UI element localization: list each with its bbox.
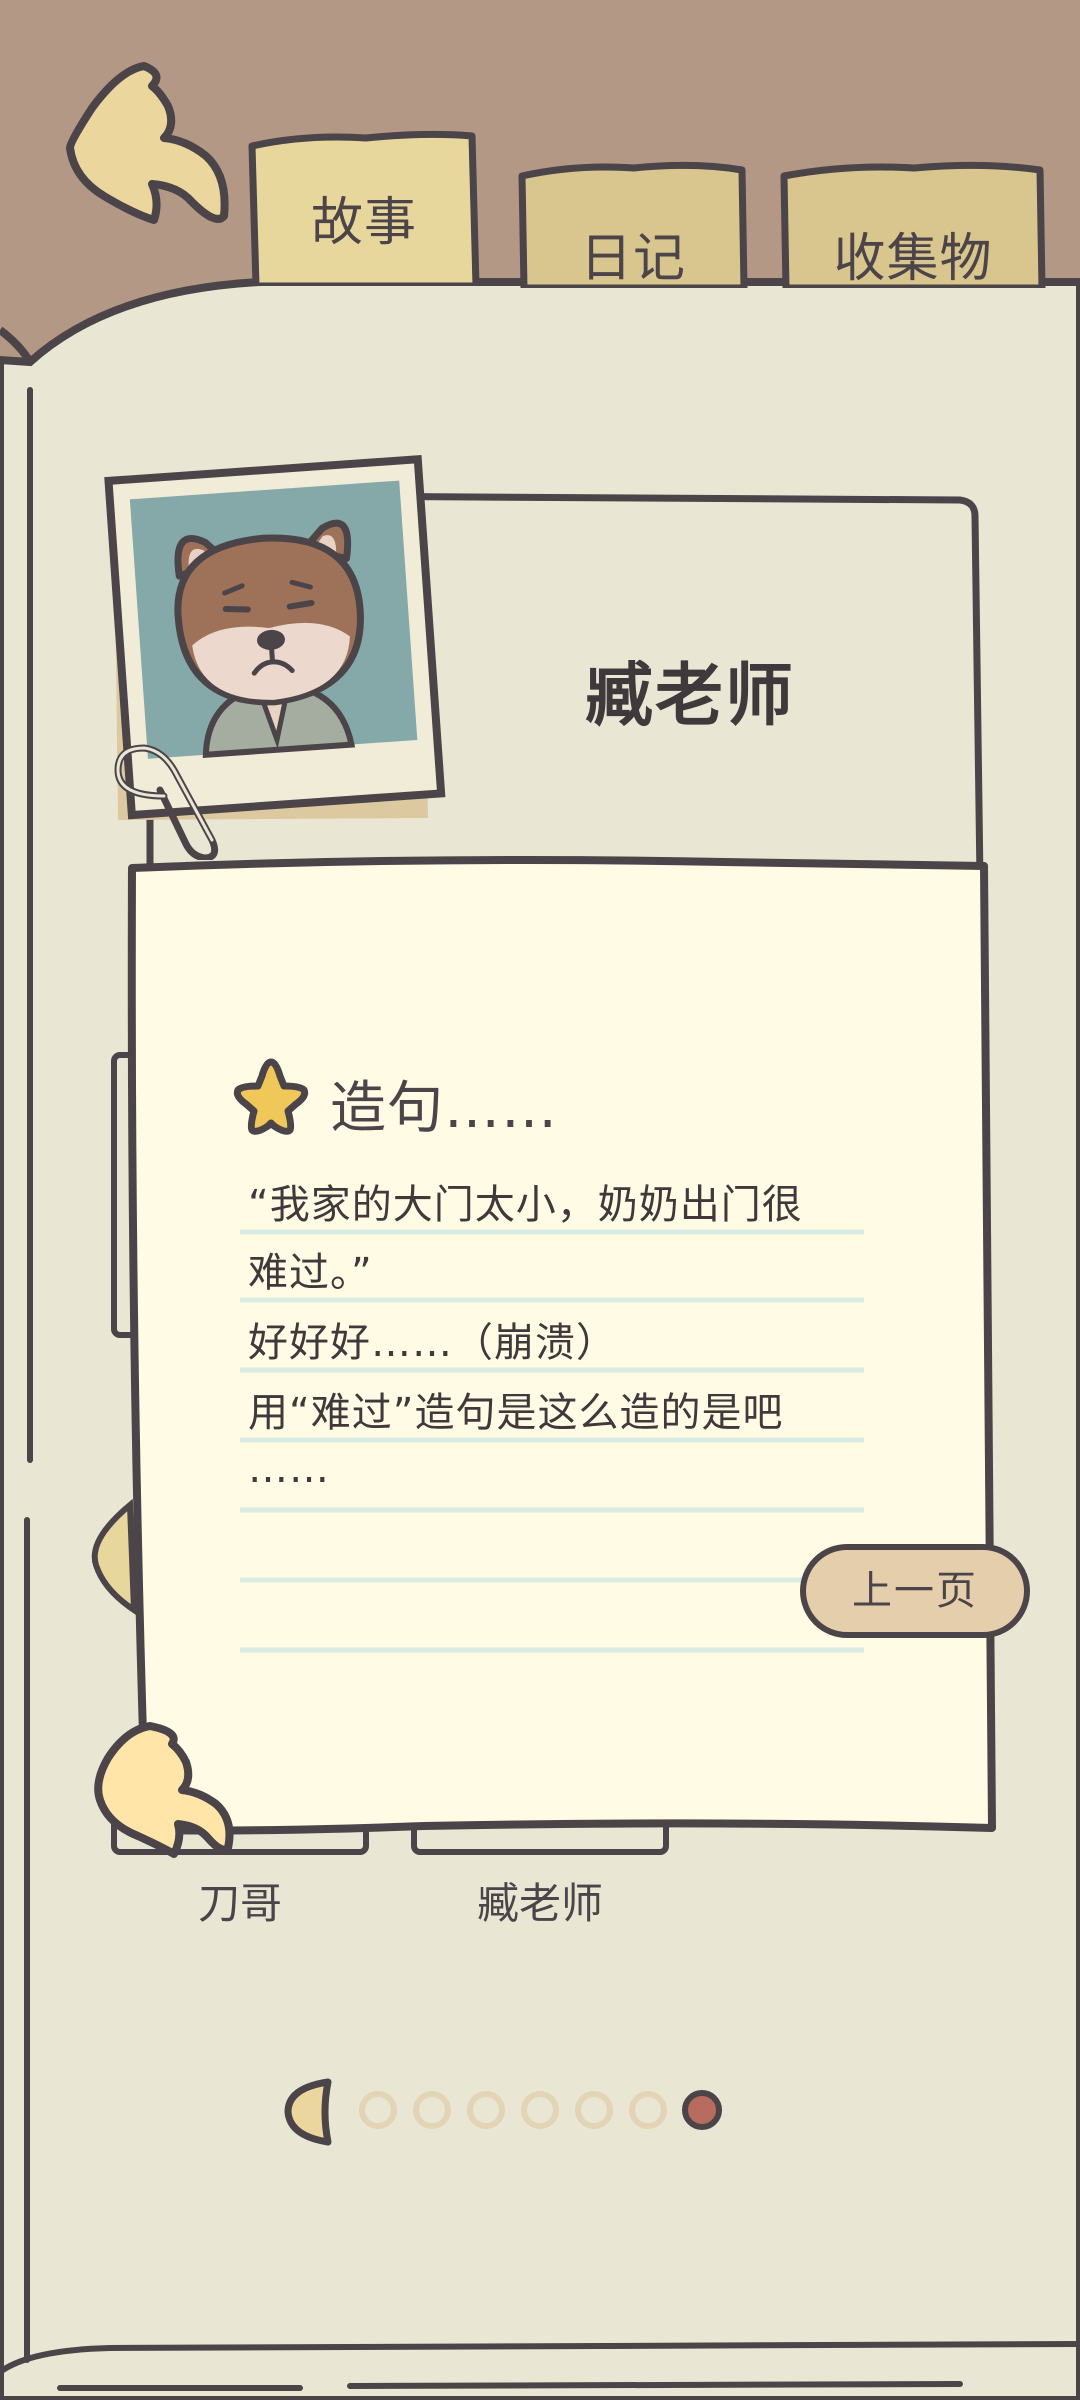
- tab-diary-label[interactable]: 日记: [526, 216, 740, 291]
- page-dot: [575, 2091, 613, 2129]
- teacher-name: 臧老师: [584, 657, 795, 736]
- back-arrow-button[interactable]: [56, 56, 236, 236]
- pagination-dots: [359, 2090, 722, 2130]
- previous-page-button[interactable]: 上一页: [800, 1544, 1030, 1638]
- character-card-dao-ge[interactable]: 刀哥: [140, 1870, 340, 1931]
- teacher-photo: [104, 454, 446, 860]
- note-title: 造句……: [330, 1076, 558, 1141]
- tab-story-label[interactable]: 故事: [256, 180, 472, 255]
- note-line-3: 好好好……（崩溃）: [248, 1320, 617, 1366]
- page-dot: [629, 2091, 667, 2129]
- character-card-zang-laoshi[interactable]: 臧老师: [440, 1870, 640, 1931]
- note-line-2: 难过。”: [248, 1250, 373, 1296]
- page-dot: [521, 2091, 559, 2129]
- page-dot: [467, 2091, 505, 2129]
- game-screen: 故事 日记 收集物 臧老师 造句…… “我家的大门太小，奶奶出门很 难过。” 好…: [0, 0, 1080, 2400]
- note-line-1: “我家的大门太小，奶奶出门很: [248, 1182, 803, 1228]
- page-dot: [359, 2091, 397, 2129]
- pagination-prev-arrow[interactable]: [280, 2076, 340, 2146]
- note-line-5: ……: [248, 1446, 330, 1492]
- close-note-icon[interactable]: [90, 1720, 240, 1870]
- star-icon: [233, 1058, 309, 1135]
- tab-collection-label[interactable]: 收集物: [788, 216, 1038, 291]
- page-dot: [413, 2091, 451, 2129]
- note-line-4: 用“难过”造句是这么造的是吧: [248, 1390, 784, 1436]
- page-dot-active: [682, 2090, 722, 2130]
